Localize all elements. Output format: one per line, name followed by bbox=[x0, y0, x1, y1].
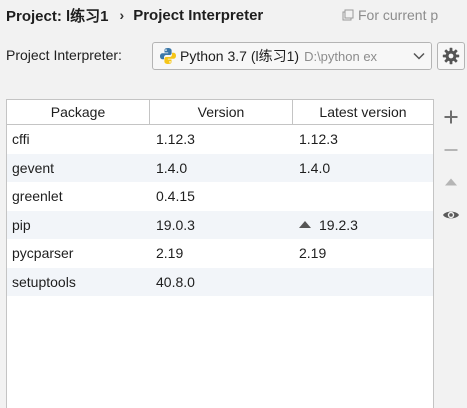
package-toolbar bbox=[435, 99, 467, 408]
package-version: 40.8.0 bbox=[156, 273, 195, 290]
chevron-down-icon bbox=[413, 52, 425, 60]
package-version: 2.19 bbox=[156, 245, 184, 262]
breadcrumb-separator: › bbox=[119, 7, 125, 23]
table-row[interactable]: setuptools 40.8.0 bbox=[7, 267, 433, 296]
interpreter-select[interactable]: Python 3.7 (l练习1) D:\python ex bbox=[152, 42, 432, 70]
package-latest-version: 19.2.3 bbox=[319, 216, 358, 233]
upgrade-available-icon bbox=[299, 221, 311, 229]
upgrade-package-button[interactable] bbox=[435, 168, 467, 196]
interpreter-settings-button[interactable] bbox=[437, 42, 465, 70]
copy-icon bbox=[342, 9, 354, 21]
package-version: 1.4.0 bbox=[156, 159, 188, 176]
page-title: Project Interpreter bbox=[133, 6, 264, 24]
gear-icon bbox=[442, 47, 460, 65]
column-header-latest-version[interactable]: Latest version bbox=[293, 100, 433, 124]
triangle-up-icon bbox=[445, 178, 457, 186]
column-header-version[interactable]: Version bbox=[150, 100, 293, 124]
interpreter-label: Project Interpreter: bbox=[6, 47, 122, 63]
interpreter-name: Python 3.7 (l练习1) bbox=[180, 48, 300, 64]
package-latest-version-cell: 19.2.3 bbox=[293, 217, 433, 233]
table-body: cffi 1.12.3 1.12.3 gevent 1.4.0 1.4.0 gr… bbox=[7, 125, 433, 296]
uninstall-package-button[interactable] bbox=[435, 136, 467, 164]
package-name: pycparser bbox=[12, 245, 74, 262]
eye-icon bbox=[443, 211, 459, 219]
show-early-releases-button[interactable] bbox=[435, 201, 467, 229]
package-name: greenlet bbox=[12, 188, 63, 205]
breadcrumb: Project: l练习1 › Project Interpreter bbox=[6, 3, 263, 27]
package-version: 19.0.3 bbox=[156, 216, 195, 233]
package-name: setuptools bbox=[12, 273, 76, 290]
table-row[interactable]: pip 19.0.3 19.2.3 bbox=[7, 210, 433, 239]
scope-hint: For current p bbox=[342, 7, 438, 23]
install-package-button[interactable] bbox=[435, 103, 467, 131]
table-row[interactable]: gevent 1.4.0 1.4.0 bbox=[7, 153, 433, 182]
table-header: Package Version Latest version bbox=[7, 100, 433, 125]
column-header-package[interactable]: Package bbox=[7, 100, 150, 124]
python-icon bbox=[160, 48, 176, 64]
package-latest-version: 1.12.3 bbox=[299, 131, 338, 148]
package-name: pip bbox=[12, 216, 31, 233]
package-latest-version: 2.19 bbox=[299, 245, 327, 262]
package-name: cffi bbox=[12, 131, 30, 148]
table-row[interactable]: pycparser 2.19 2.19 bbox=[7, 239, 433, 268]
table-row[interactable]: cffi 1.12.3 1.12.3 bbox=[7, 125, 433, 154]
dropdown-arrow[interactable] bbox=[407, 43, 431, 69]
package-version: 1.12.3 bbox=[156, 131, 195, 148]
package-table: Package Version Latest version cffi 1.12… bbox=[6, 99, 434, 408]
table-row[interactable]: greenlet 0.4.15 bbox=[7, 182, 433, 211]
scope-hint-text: For current p bbox=[358, 7, 439, 23]
interpreter-path: D:\python ex bbox=[304, 48, 378, 64]
package-name: gevent bbox=[12, 159, 55, 176]
minus-icon bbox=[444, 149, 458, 151]
plus-icon bbox=[444, 110, 458, 124]
package-version: 0.4.15 bbox=[156, 188, 195, 205]
breadcrumb-project[interactable]: Project: l练习1 bbox=[6, 5, 109, 26]
package-latest-version: 1.4.0 bbox=[299, 159, 331, 176]
